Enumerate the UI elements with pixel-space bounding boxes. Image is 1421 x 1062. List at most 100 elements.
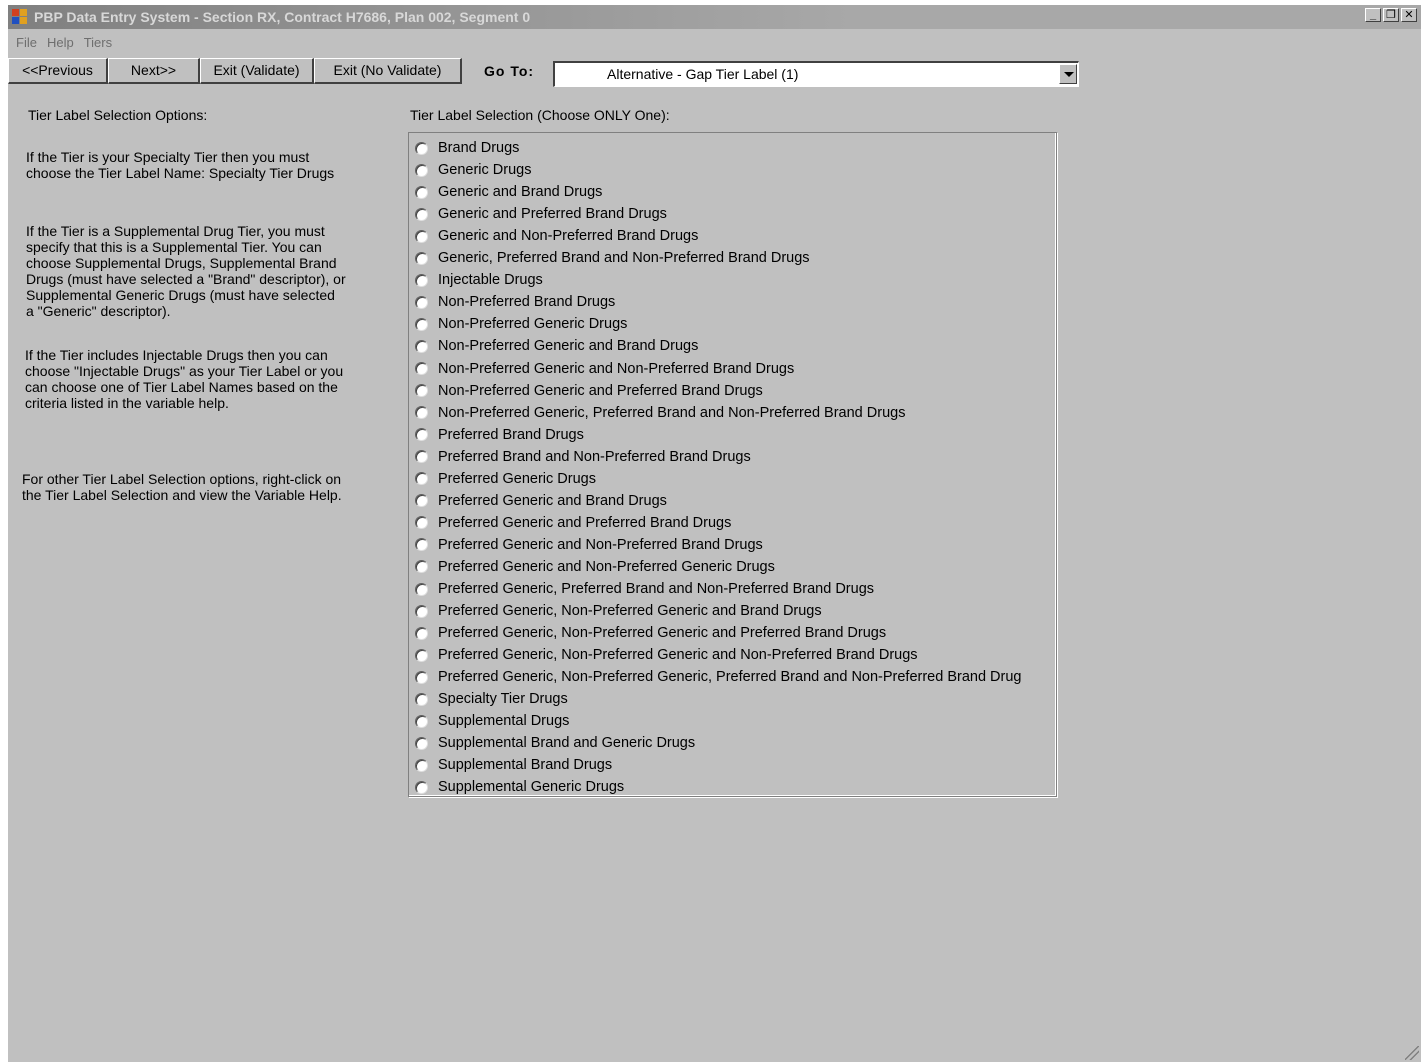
radio-button[interactable]	[415, 736, 428, 750]
tier-label-option[interactable]: Supplemental Drugs	[415, 711, 569, 731]
radio-button[interactable]	[415, 295, 428, 309]
tier-label-option-text: Preferred Generic Drugs	[438, 470, 596, 487]
tier-label-option[interactable]: Non-Preferred Generic, Preferred Brand a…	[415, 403, 905, 423]
radio-button[interactable]	[415, 450, 428, 464]
tier-label-option[interactable]: Generic, Preferred Brand and Non-Preferr…	[415, 248, 810, 268]
radio-button[interactable]	[415, 428, 428, 442]
tier-label-option-text: Generic and Non-Preferred Brand Drugs	[438, 228, 699, 245]
radio-button[interactable]	[415, 251, 428, 265]
exit-no-validate-button[interactable]: Exit (No Validate)	[314, 58, 462, 84]
radio-button[interactable]	[415, 317, 428, 331]
tier-label-option[interactable]: Preferred Generic and Brand Drugs	[415, 491, 667, 511]
tier-label-option[interactable]: Non-Preferred Generic and Preferred Bran…	[415, 381, 763, 401]
exit-validate-button[interactable]: Exit (Validate)	[200, 58, 314, 84]
menu-help[interactable]: Help	[45, 34, 82, 54]
tier-label-option[interactable]: Supplemental Generic Drugs	[415, 777, 624, 797]
tier-label-option[interactable]: Preferred Generic and Non-Preferred Gene…	[415, 557, 775, 577]
tier-label-option[interactable]: Preferred Generic, Preferred Brand and N…	[415, 579, 874, 599]
radio-button[interactable]	[415, 472, 428, 486]
restore-button[interactable]: ❐	[1383, 8, 1399, 22]
radio-button[interactable]	[415, 538, 428, 552]
radio-button[interactable]	[415, 273, 428, 287]
tier-label-option[interactable]: Preferred Generic and Non-Preferred Bran…	[415, 535, 763, 555]
menu-bar: File Help Tiers	[8, 34, 120, 54]
radio-button[interactable]	[415, 494, 428, 508]
tier-label-option[interactable]: Generic and Preferred Brand Drugs	[415, 204, 667, 224]
next-button[interactable]: Next>>	[108, 58, 200, 84]
tier-label-option[interactable]: Supplemental Brand and Generic Drugs	[415, 733, 695, 753]
radio-button[interactable]	[415, 384, 428, 398]
radio-button[interactable]	[415, 339, 428, 353]
radio-button[interactable]	[415, 229, 428, 243]
radio-button[interactable]	[415, 714, 428, 728]
radio-button[interactable]	[415, 670, 428, 684]
tier-label-option[interactable]: Non-Preferred Generic Drugs	[415, 314, 627, 334]
injectable-tier-help: If the Tier includes Injectable Drugs th…	[25, 347, 344, 411]
tier-label-option[interactable]: Preferred Generic, Non-Preferred Generic…	[415, 645, 918, 665]
tier-label-option-text: Supplemental Brand Drugs	[438, 757, 613, 774]
tier-label-option-text: Preferred Generic and Non-Preferred Bran…	[438, 536, 763, 553]
tier-label-option[interactable]: Non-Preferred Generic and Brand Drugs	[415, 336, 698, 356]
radio-button[interactable]	[415, 626, 428, 640]
tier-label-option-text: Non-Preferred Brand Drugs	[438, 294, 616, 311]
tier-label-option-text: Preferred Generic, Non-Preferred Generic…	[438, 669, 1022, 686]
title-bar[interactable]: PBP Data Entry System - Section RX, Cont…	[8, 5, 1421, 29]
tier-label-option[interactable]: Specialty Tier Drugs	[415, 689, 568, 709]
radio-button[interactable]	[415, 362, 428, 375]
tier-label-option-text: Supplemental Generic Drugs	[438, 779, 625, 796]
radio-button[interactable]	[415, 185, 428, 199]
tier-label-option[interactable]: Generic and Non-Preferred Brand Drugs	[415, 226, 698, 246]
radio-button[interactable]	[415, 406, 428, 420]
goto-dropdown[interactable]: Alternative - Gap Tier Label (1)	[553, 61, 1079, 87]
tier-label-option[interactable]: Preferred Generic, Non-Preferred Generic…	[415, 623, 886, 643]
tier-label-option[interactable]: Preferred Generic, Non-Preferred Generic…	[415, 667, 1022, 687]
tier-label-option-text: Preferred Generic and Preferred Brand Dr…	[438, 514, 732, 531]
radio-button[interactable]	[415, 516, 428, 530]
tier-label-option[interactable]: Supplemental Brand Drugs	[415, 755, 612, 775]
tier-label-option[interactable]: Preferred Brand Drugs	[415, 425, 584, 445]
radio-button[interactable]	[415, 141, 428, 155]
tier-label-option[interactable]: Injectable Drugs	[415, 270, 543, 290]
tier-label-option[interactable]: Non-Preferred Generic and Non-Preferred …	[415, 359, 794, 379]
radio-button[interactable]	[415, 163, 428, 177]
tier-label-option[interactable]: Generic Drugs	[415, 160, 531, 180]
tier-label-option-text: Supplemental Drugs	[438, 713, 570, 730]
tier-label-option-text: Preferred Brand Drugs	[438, 426, 584, 443]
radio-button[interactable]	[415, 758, 428, 772]
selection-heading: Tier Label Selection (Choose ONLY One):	[410, 107, 670, 123]
menu-tiers[interactable]: Tiers	[82, 34, 120, 54]
close-button[interactable]: ✕	[1401, 8, 1417, 22]
tier-label-option[interactable]: Preferred Generic, Non-Preferred Generic…	[415, 601, 822, 621]
radio-button[interactable]	[415, 780, 428, 794]
tier-label-option-text: Preferred Generic, Non-Preferred Generic…	[438, 625, 887, 642]
tier-label-option-text: Preferred Brand and Non-Preferred Brand …	[438, 448, 751, 465]
toolbar: <<Previous Next>> Exit (Validate) Exit (…	[8, 58, 1108, 90]
goto-selected-value: Alternative - Gap Tier Label (1)	[607, 66, 799, 82]
resize-grip-icon[interactable]	[1405, 1046, 1419, 1060]
tier-label-option[interactable]: Brand Drugs	[415, 138, 519, 158]
tier-label-option-text: Specialty Tier Drugs	[438, 691, 568, 708]
tier-label-option-text: Brand Drugs	[438, 140, 520, 156]
menu-file[interactable]: File	[8, 34, 45, 54]
radio-button[interactable]	[415, 582, 428, 596]
tier-label-option[interactable]: Non-Preferred Brand Drugs	[415, 292, 615, 312]
goto-label: Go To:	[484, 63, 535, 79]
radio-button[interactable]	[415, 207, 428, 221]
tier-label-option-text: Non-Preferred Generic and Preferred Bran…	[438, 382, 763, 399]
radio-button[interactable]	[415, 604, 428, 618]
tier-label-option-text: Preferred Generic and Brand Drugs	[438, 492, 667, 509]
chevron-down-icon[interactable]	[1059, 64, 1077, 84]
radio-button[interactable]	[415, 692, 428, 706]
tier-label-option-text: Generic and Brand Drugs	[438, 184, 603, 201]
tier-label-option-text: Preferred Generic, Non-Preferred Generic…	[438, 647, 918, 664]
radio-button[interactable]	[415, 560, 428, 574]
tier-label-option[interactable]: Generic and Brand Drugs	[415, 182, 602, 202]
tier-label-option[interactable]: Preferred Brand and Non-Preferred Brand …	[415, 447, 751, 467]
tier-label-option[interactable]: Preferred Generic Drugs	[415, 469, 596, 489]
tier-label-option-text: Supplemental Brand and Generic Drugs	[438, 735, 696, 752]
tier-label-option[interactable]: Preferred Generic and Preferred Brand Dr…	[415, 513, 731, 533]
tier-label-option-text: Non-Preferred Generic, Preferred Brand a…	[438, 404, 906, 421]
previous-button[interactable]: <<Previous	[8, 58, 108, 84]
radio-button[interactable]	[415, 648, 428, 662]
minimize-button[interactable]: _	[1365, 8, 1381, 22]
